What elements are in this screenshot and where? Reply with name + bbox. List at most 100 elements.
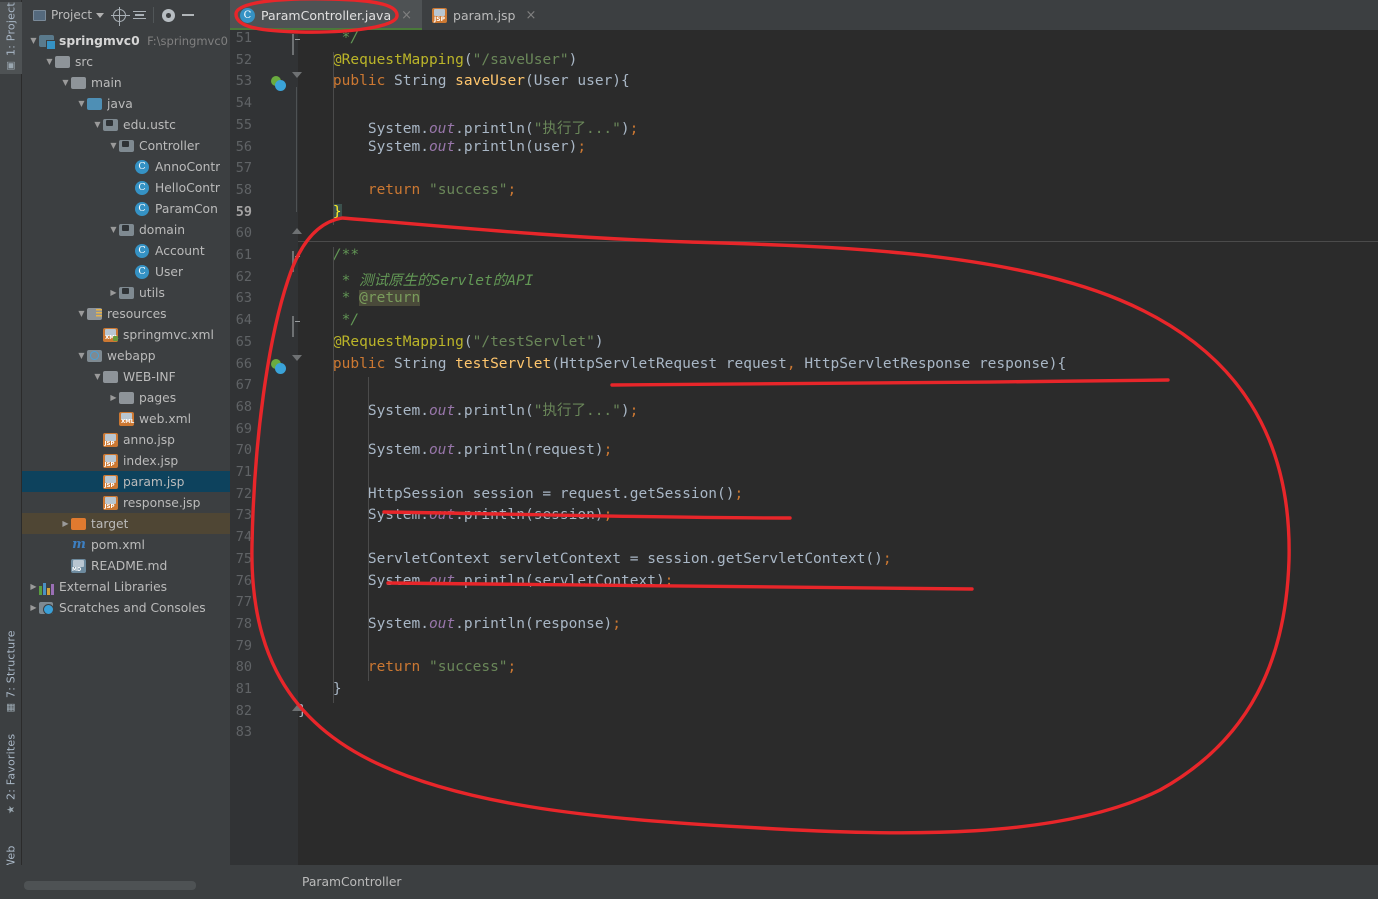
tree-node-springmvc-xml[interactable]: XML springmvc.xml — [22, 324, 230, 345]
fold-connector-line — [296, 87, 297, 212]
tree-node-account[interactable]: C Account — [22, 240, 230, 261]
code-token: "/testServlet" — [472, 333, 595, 350]
chevron-right-icon[interactable]: ▶ — [28, 582, 39, 591]
code-token: { — [1057, 355, 1067, 372]
project-tree[interactable]: ▼ springmvc01 F:\springmvc0 ▼ src ▼ main ▼ java ▼… — [22, 30, 230, 873]
tree-node-utils[interactable]: ▶ utils — [22, 282, 230, 303]
chevron-down-icon[interactable]: ▼ — [108, 141, 119, 150]
code-line[interactable]: } — [298, 681, 342, 697]
code-line[interactable]: public String testServlet(HttpServletReq… — [298, 356, 1066, 372]
tree-node-domain[interactable]: ▼ domain — [22, 219, 230, 240]
tree-node-label: HelloContr — [155, 180, 220, 195]
code-token: out — [428, 507, 456, 524]
close-icon[interactable]: × — [401, 8, 412, 23]
tree-node-response-jsp[interactable]: JSP response.jsp — [22, 492, 230, 513]
code-line[interactable]: System.out.println(request); — [298, 442, 612, 458]
tree-node-web-xml[interactable]: XML web.xml — [22, 408, 230, 429]
line-number: 52 — [235, 51, 252, 68]
package-icon — [119, 285, 135, 301]
code-line[interactable]: /** — [298, 247, 359, 263]
code-line[interactable]: return "success"; — [298, 659, 516, 675]
tree-node-springmvc01[interactable]: ▼ springmvc01 F:\springmvc0 — [22, 30, 230, 51]
tree-node-annocontr[interactable]: C AnnoContr — [22, 156, 230, 177]
tree-node-label: java — [107, 96, 133, 111]
tree-node-readme-md[interactable]: MD README.md — [22, 555, 230, 576]
code-line[interactable]: public String saveUser(User user){ — [298, 73, 630, 89]
tree-node-index-jsp[interactable]: JSP index.jsp — [22, 450, 230, 471]
code-line[interactable]: @RequestMapping("/testServlet") — [298, 334, 604, 350]
settings-gear-icon[interactable] — [160, 7, 176, 23]
tree-node-anno-jsp[interactable]: JSP anno.jsp — [22, 429, 230, 450]
code-line[interactable]: } — [298, 703, 307, 719]
chevron-right-icon[interactable]: ▶ — [108, 393, 119, 402]
code-token: "执行了..." — [533, 120, 621, 137]
code-line[interactable]: * @return — [298, 290, 421, 307]
chevron-down-icon[interactable]: ▼ — [76, 99, 87, 108]
hide-icon[interactable] — [180, 7, 196, 23]
editor-gutter[interactable]: 51 52 53 54 55 56 57 58 59 60 61 62 63 64 65 66 67 68 69 70… — [230, 30, 302, 865]
tree-node-user[interactable]: C User — [22, 261, 230, 282]
chevron-down-icon[interactable]: ▼ — [76, 309, 87, 318]
chevron-down-icon[interactable]: ▼ — [28, 36, 39, 45]
chevron-down-icon[interactable]: ▼ — [92, 372, 103, 381]
tree-node-web-inf[interactable]: ▼ WEB-INF — [22, 366, 230, 387]
project-view-selector[interactable]: Project — [28, 5, 107, 25]
tree-node-external-libraries[interactable]: ▶ External Libraries — [22, 576, 230, 597]
select-opened-file-icon[interactable] — [110, 6, 130, 26]
code-line[interactable]: HttpSession session = request.getSession… — [298, 486, 743, 502]
chevron-down-icon[interactable]: ▼ — [108, 225, 119, 234]
editor-tab-paramjsp[interactable]: JSP param.jsp × — [422, 0, 546, 30]
tool-window-tab-structure[interactable]: ▦ 7: Structure — [0, 630, 22, 716]
code-line[interactable]: System.out.println("执行了..."); — [298, 399, 639, 420]
spring-bean-gutter-icon[interactable] — [271, 358, 287, 375]
collapse-all-icon[interactable] — [131, 7, 147, 23]
tree-node-param-jsp[interactable]: JSP param.jsp — [22, 471, 230, 492]
code-line[interactable]: System.out.println(session); — [298, 507, 612, 523]
tree-node-resources[interactable]: ▼ resources — [22, 303, 230, 324]
line-number: 82 — [235, 702, 252, 719]
code-line[interactable]: System.out.println(user); — [298, 139, 586, 155]
tree-node-pom-xml[interactable]: m pom.xml — [22, 534, 230, 555]
code-content[interactable]: */ @RequestMapping("/saveUser") public S… — [298, 30, 1378, 865]
tree-node-src[interactable]: ▼ src — [22, 51, 230, 72]
tree-node-label: edu.ustc — [123, 117, 176, 132]
tree-node-main[interactable]: ▼ main — [22, 72, 230, 93]
code-line[interactable]: System.out.println(response); — [298, 616, 621, 632]
code-line[interactable]: @RequestMapping("/saveUser") — [298, 52, 577, 68]
tree-node-target[interactable]: ▶ target — [22, 513, 230, 534]
chevron-right-icon[interactable]: ▶ — [60, 519, 71, 528]
tree-node-edu-ustc[interactable]: ▼ edu.ustc — [22, 114, 230, 135]
tree-node-pages[interactable]: ▶ pages — [22, 387, 230, 408]
tree-node-java[interactable]: ▼ java — [22, 93, 230, 114]
tree-node-paramcon[interactable]: C ParamCon — [22, 198, 230, 219]
tool-window-tab-project[interactable]: ▣ 1: Project — [0, 2, 22, 74]
code-token: .println( — [455, 402, 534, 419]
code-line[interactable]: ServletContext servletContext = session.… — [298, 551, 892, 567]
code-token: .println(user) — [455, 138, 578, 155]
close-icon[interactable]: × — [526, 8, 537, 23]
chevron-down-icon[interactable]: ▼ — [92, 120, 103, 129]
code-editor[interactable]: 51 52 53 54 55 56 57 58 59 60 61 62 63 64 65 66 67 68 69 70… — [230, 30, 1378, 865]
tree-node-controller[interactable]: ▼ Controller — [22, 135, 230, 156]
tree-horizontal-scrollbar[interactable] — [24, 881, 196, 890]
code-line[interactable]: */ — [298, 30, 359, 46]
code-line[interactable]: System.out.println("执行了..."); — [298, 117, 639, 138]
chevron-down-icon[interactable]: ▼ — [60, 78, 71, 87]
code-token: ) — [620, 402, 630, 419]
tree-node-scratches-and-consoles[interactable]: ▶ Scratches and Consoles — [22, 597, 230, 618]
code-line[interactable]: return "success"; — [298, 182, 516, 198]
chevron-right-icon[interactable]: ▶ — [108, 288, 119, 297]
editor-tab-paramcontroller[interactable]: C ParamController.java × — [230, 0, 423, 30]
chevron-down-icon[interactable]: ▼ — [76, 351, 87, 360]
code-line[interactable]: } — [298, 203, 342, 220]
tool-window-tab-favorites[interactable]: ★ 2: Favorites — [0, 726, 22, 818]
code-line[interactable]: */ — [298, 312, 359, 328]
breadcrumb[interactable]: ParamController — [302, 875, 401, 889]
chevron-right-icon[interactable]: ▶ — [28, 603, 39, 612]
tree-node-hellocontr[interactable]: C HelloContr — [22, 177, 230, 198]
tree-node-webapp[interactable]: ▼ webapp — [22, 345, 230, 366]
spring-bean-gutter-icon[interactable] — [271, 76, 287, 92]
chevron-down-icon[interactable]: ▼ — [44, 57, 55, 66]
code-line[interactable]: System.out.println(servletContext); — [298, 573, 674, 589]
